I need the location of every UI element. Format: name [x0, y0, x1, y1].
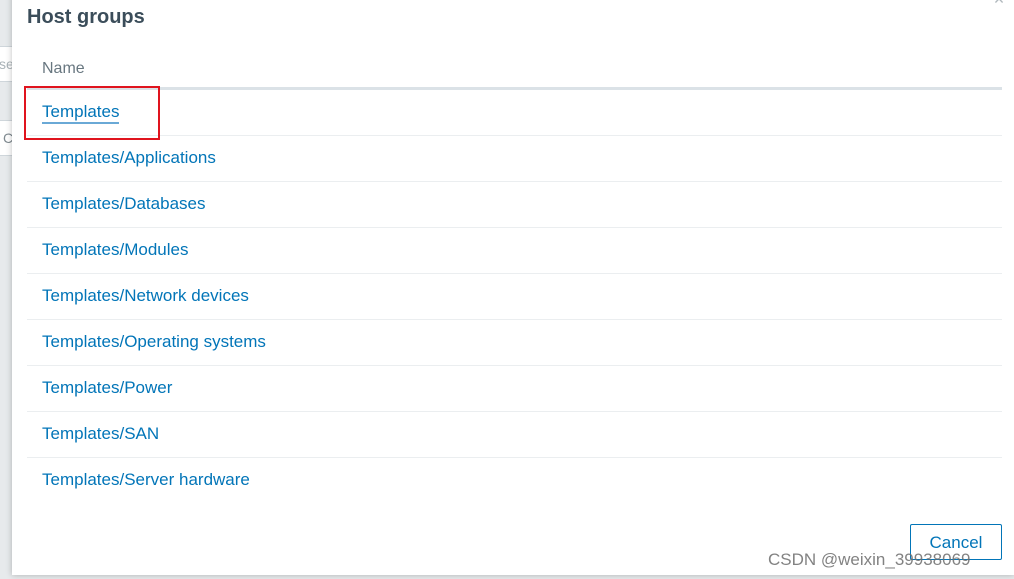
table-row: Templates/Operating systems: [27, 320, 1002, 366]
close-icon[interactable]: ×: [992, 0, 1006, 8]
host-group-link[interactable]: Templates/Power: [42, 378, 172, 397]
table-row: Templates/Databases: [27, 182, 1002, 228]
column-header-name: Name: [27, 46, 1002, 90]
cancel-button[interactable]: Cancel: [910, 524, 1002, 560]
table-row: Templates/Server hardware: [27, 458, 1002, 504]
table-row: Templates/Modules: [27, 228, 1002, 274]
table-row: Templates/Applications: [27, 136, 1002, 182]
table-row: Templates: [27, 90, 1002, 136]
host-group-link[interactable]: Templates/Modules: [42, 240, 188, 259]
host-group-link[interactable]: Templates/Server hardware: [42, 470, 250, 489]
table-row: Templates/Network devices: [27, 274, 1002, 320]
host-group-link[interactable]: Templates/Network devices: [42, 286, 249, 305]
host-groups-dialog: Host groups × Name Templates Templates/A…: [12, 0, 1014, 575]
table-row: Templates/Power: [27, 366, 1002, 412]
table-row: Templates/SAN: [27, 412, 1002, 458]
dialog-title: Host groups: [27, 6, 145, 28]
host-group-link[interactable]: Templates: [42, 102, 120, 124]
host-group-link[interactable]: Templates/Operating systems: [42, 332, 266, 351]
host-group-link[interactable]: Templates/Applications: [42, 148, 216, 167]
host-group-link[interactable]: Templates/SAN: [42, 424, 159, 443]
host-groups-table: Name Templates Templates/Applications Te…: [27, 46, 1002, 504]
host-group-link[interactable]: Templates/Databases: [42, 194, 205, 213]
